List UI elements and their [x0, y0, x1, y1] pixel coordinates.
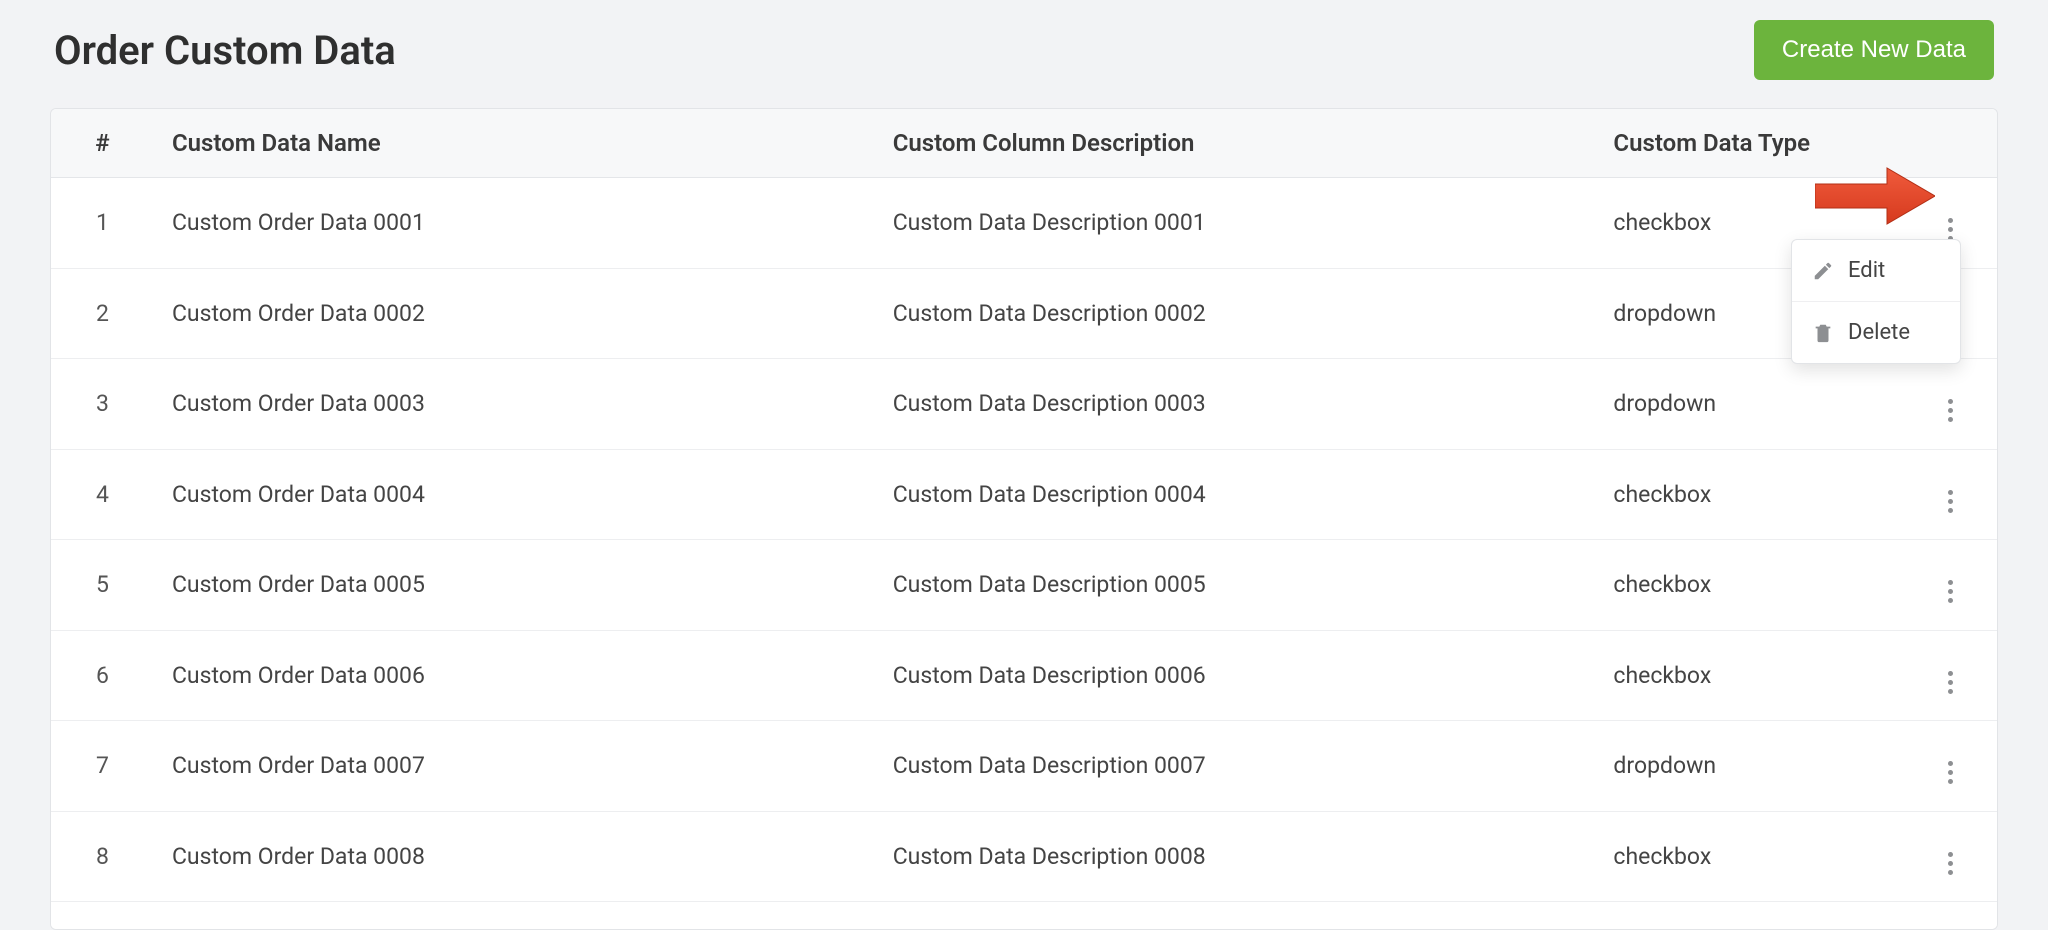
kebab-icon[interactable] — [1937, 487, 1965, 515]
row-type: checkbox — [1595, 540, 1904, 631]
row-description: Custom Data Description 0005 — [875, 540, 1596, 631]
table-row: 3Custom Order Data 0003Custom Data Descr… — [51, 359, 1997, 450]
row-actions-cell — [1904, 359, 1997, 450]
table-row: 7Custom Order Data 0007Custom Data Descr… — [51, 721, 1997, 812]
row-index: 1 — [51, 178, 154, 269]
row-name: Custom Order Data 0006 — [154, 630, 875, 721]
row-index: 3 — [51, 359, 154, 450]
row-type: dropdown — [1595, 902, 1904, 930]
column-header-description: Custom Column Description — [875, 109, 1596, 178]
row-type: checkbox — [1595, 811, 1904, 902]
row-description: Custom Data Description 0004 — [875, 449, 1596, 540]
table-row: 9Custom Order Data 0009Custom Data Descr… — [51, 902, 1997, 930]
column-header-type: Custom Data Type — [1595, 109, 1904, 178]
row-actions-cell — [1904, 902, 1997, 930]
kebab-icon[interactable] — [1937, 668, 1965, 696]
page-title: Order Custom Data — [54, 27, 396, 74]
row-type: dropdown — [1595, 359, 1904, 450]
row-name: Custom Order Data 0005 — [154, 540, 875, 631]
kebab-icon[interactable] — [1937, 578, 1965, 606]
row-actions-menu: Edit Delete — [1791, 239, 1961, 364]
table-row: 4Custom Order Data 0004Custom Data Descr… — [51, 449, 1997, 540]
row-type: checkbox — [1595, 449, 1904, 540]
row-index: 9 — [51, 902, 154, 930]
edit-label: Edit — [1848, 258, 1885, 283]
row-type: checkbox — [1595, 630, 1904, 721]
kebab-icon[interactable] — [1937, 849, 1965, 877]
row-index: 2 — [51, 268, 154, 359]
row-index: 6 — [51, 630, 154, 721]
row-type: dropdown — [1595, 721, 1904, 812]
row-index: 7 — [51, 721, 154, 812]
row-actions-cell — [1904, 721, 1997, 812]
row-actions-cell — [1904, 449, 1997, 540]
table-header-row: # Custom Data Name Custom Column Descrip… — [51, 109, 1997, 178]
row-description: Custom Data Description 0001 — [875, 178, 1596, 269]
trash-icon — [1812, 322, 1834, 344]
table-row: 2Custom Order Data 0002Custom Data Descr… — [51, 268, 1997, 359]
pencil-icon — [1812, 260, 1834, 282]
edit-action[interactable]: Edit — [1792, 240, 1960, 302]
row-description: Custom Data Description 0006 — [875, 630, 1596, 721]
column-header-actions — [1904, 109, 1997, 178]
table-row: 6Custom Order Data 0006Custom Data Descr… — [51, 630, 1997, 721]
custom-data-table: # Custom Data Name Custom Column Descrip… — [50, 108, 1998, 930]
kebab-icon[interactable] — [1937, 397, 1965, 425]
row-description: Custom Data Description 0007 — [875, 721, 1596, 812]
row-actions-cell — [1904, 811, 1997, 902]
row-name: Custom Order Data 0002 — [154, 268, 875, 359]
row-name: Custom Order Data 0004 — [154, 449, 875, 540]
row-name: Custom Order Data 0003 — [154, 359, 875, 450]
table-row: 1Custom Order Data 0001Custom Data Descr… — [51, 178, 1997, 269]
delete-label: Delete — [1848, 320, 1910, 345]
row-name: Custom Order Data 0008 — [154, 811, 875, 902]
row-actions-cell — [1904, 540, 1997, 631]
column-header-index: # — [51, 109, 154, 178]
kebab-icon[interactable] — [1937, 759, 1965, 787]
row-name: Custom Order Data 0001 — [154, 178, 875, 269]
row-description: Custom Data Description 0003 — [875, 359, 1596, 450]
table-row: 5Custom Order Data 0005Custom Data Descr… — [51, 540, 1997, 631]
create-new-data-button[interactable]: Create New Data — [1754, 20, 1994, 80]
table-row: 8Custom Order Data 0008Custom Data Descr… — [51, 811, 1997, 902]
row-actions-cell — [1904, 630, 1997, 721]
row-index: 4 — [51, 449, 154, 540]
column-header-name: Custom Data Name — [154, 109, 875, 178]
row-description: Custom Data Description 0008 — [875, 811, 1596, 902]
row-index: 8 — [51, 811, 154, 902]
row-name: Custom Order Data 0007 — [154, 721, 875, 812]
row-name: Custom Order Data 0009 — [154, 902, 875, 930]
row-description: Custom Data Description 0009 — [875, 902, 1596, 930]
row-description: Custom Data Description 0002 — [875, 268, 1596, 359]
delete-action[interactable]: Delete — [1792, 302, 1960, 363]
row-index: 5 — [51, 540, 154, 631]
